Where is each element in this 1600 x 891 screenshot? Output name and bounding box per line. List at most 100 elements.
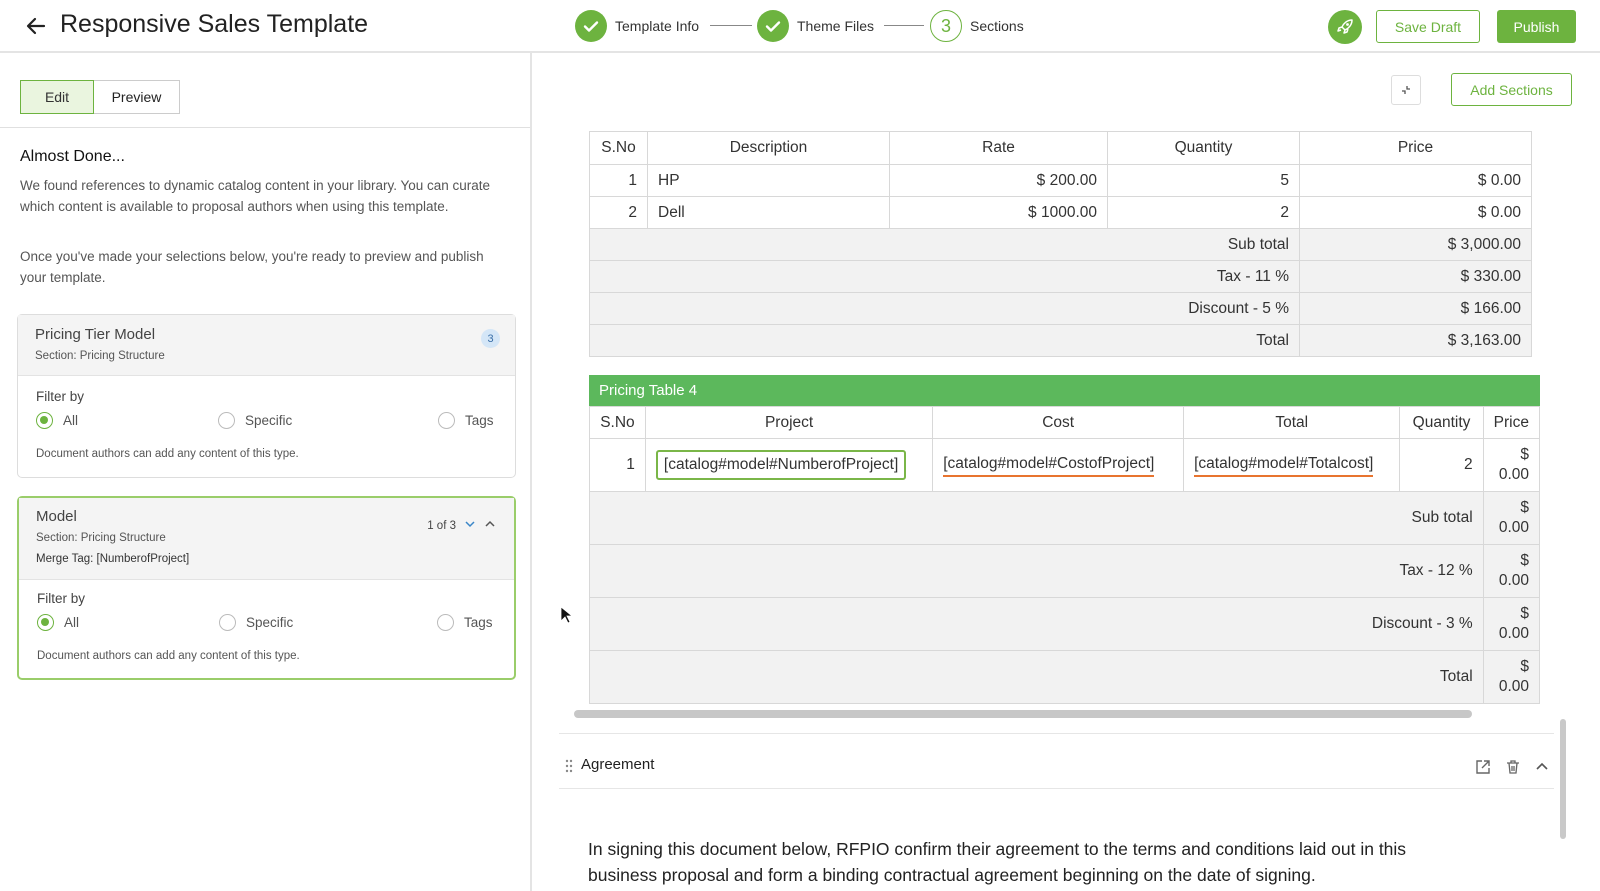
radio-tags[interactable]: Tags: [437, 614, 493, 631]
table-header-row: S.No Project Cost Total Quantity Price: [589, 406, 1541, 439]
step-theme-files[interactable]: Theme Files: [757, 10, 874, 42]
radio-selected-icon: [36, 412, 53, 429]
summary-value: $ 166.00: [1299, 292, 1532, 325]
column-header: Quantity: [1399, 406, 1484, 439]
save-draft-button[interactable]: Save Draft: [1376, 10, 1480, 43]
radio-selected-icon: [37, 614, 54, 631]
chevron-up-icon[interactable]: [1533, 758, 1551, 776]
summary-label: Sub total: [589, 228, 1300, 261]
table-row[interactable]: 1 [catalog#model#NumberofProject] [catal…: [589, 438, 1541, 492]
radio-specific[interactable]: Specific: [219, 614, 293, 631]
summary-value: $0.00: [1482, 491, 1541, 545]
card-header[interactable]: Pricing Tier Model Section: Pricing Stru…: [18, 315, 515, 376]
column-header: Cost: [932, 406, 1185, 439]
column-header: Price: [1482, 406, 1541, 439]
radio-label: All: [63, 413, 79, 428]
merge-tag[interactable]: [catalog#model#CostofProject]: [943, 453, 1155, 477]
agreement-line: business proposal and form a binding con…: [588, 865, 1316, 885]
merge-tag[interactable]: [catalog#model#Totalcost]: [1194, 453, 1374, 477]
trash-icon[interactable]: [1504, 758, 1522, 776]
tab-edit[interactable]: Edit: [20, 80, 94, 114]
radio-empty-icon: [437, 614, 454, 631]
radio-tags[interactable]: Tags: [438, 412, 494, 429]
summary-label: Discount - 5 %: [589, 292, 1300, 325]
currency-symbol: $: [1520, 446, 1529, 463]
card-title: Model: [36, 508, 77, 525]
summary-value: $ 330.00: [1299, 260, 1532, 293]
tab-preview[interactable]: Preview: [94, 80, 180, 114]
step-connector: [710, 25, 752, 26]
table-row[interactable]: 1 HP $ 200.00 5 $ 0.00: [589, 164, 1532, 197]
summary-row: Tax - 12 % $0.00: [589, 544, 1541, 598]
currency-symbol: $: [1520, 658, 1529, 675]
table-cell: 1: [589, 438, 646, 492]
pricing-table-4: S.No Project Cost Total Quantity Price 1…: [589, 406, 1541, 704]
summary-row: Discount - 5 % $ 166.00: [589, 292, 1532, 325]
column-header: Project: [644, 406, 934, 439]
radio-label: Tags: [464, 615, 493, 630]
price-value: 0.00: [1498, 519, 1529, 536]
price-value: 0.00: [1498, 466, 1529, 483]
pricing-table: S.No Description Rate Quantity Price 1 H…: [589, 131, 1532, 357]
column-header: Description: [647, 131, 890, 165]
step-sections[interactable]: 3 Sections: [930, 10, 1024, 42]
table-cell: 5: [1107, 164, 1300, 197]
rocket-icon[interactable]: [1328, 10, 1362, 44]
table-cell: Dell: [647, 196, 890, 229]
table-cell: $ 0.00: [1299, 196, 1532, 229]
back-arrow-icon[interactable]: [22, 12, 50, 40]
horizontal-scrollbar[interactable]: [574, 710, 1472, 718]
chevron-down-icon[interactable]: [464, 518, 476, 533]
add-sections-button[interactable]: Add Sections: [1451, 73, 1572, 106]
summary-label: Discount - 3 %: [589, 597, 1484, 651]
table-cell: $ 0.00: [1299, 164, 1532, 197]
radio-empty-icon: [218, 412, 235, 429]
radio-label: Tags: [465, 413, 494, 428]
summary-value: $0.00: [1482, 544, 1541, 598]
publish-button[interactable]: Publish: [1497, 10, 1576, 43]
card-header[interactable]: Model Section: Pricing Structure Merge T…: [19, 498, 514, 580]
filter-note: Document authors can add any content of …: [36, 448, 299, 460]
merge-tag-input[interactable]: [catalog#model#NumberofProject]: [655, 450, 907, 480]
table-header-row: S.No Description Rate Quantity Price: [589, 131, 1532, 165]
summary-value: $ 3,163.00: [1299, 324, 1532, 357]
divider: [559, 733, 1554, 734]
radio-all[interactable]: All: [37, 614, 79, 631]
summary-row: Tax - 11 % $ 330.00: [589, 260, 1532, 293]
agreement-text: In signing this document below, RFPIO co…: [588, 836, 1548, 888]
filter-label: Filter by: [36, 389, 85, 404]
chevron-up-icon[interactable]: [484, 518, 496, 533]
summary-value: $0.00: [1482, 650, 1541, 704]
radio-specific[interactable]: Specific: [218, 412, 292, 429]
table-row[interactable]: 2 Dell $ 1000.00 2 $ 0.00: [589, 196, 1532, 229]
top-bar: Responsive Sales Template Template Info …: [0, 0, 1600, 53]
radio-all[interactable]: All: [36, 412, 78, 429]
radio-label: All: [64, 615, 80, 630]
drag-handle-icon[interactable]: [564, 758, 574, 779]
summary-label: Sub total: [589, 491, 1484, 545]
summary-label: Tax - 12 %: [589, 544, 1484, 598]
open-external-icon[interactable]: [1474, 758, 1492, 776]
catalog-card-pricing-tier: Pricing Tier Model Section: Pricing Stru…: [17, 314, 516, 478]
step-template-info[interactable]: Template Info: [575, 10, 699, 42]
vertical-scrollbar[interactable]: [1560, 719, 1566, 839]
step-label: Template Info: [615, 18, 700, 34]
pricing-table-title: Pricing Table 4: [589, 375, 1540, 406]
currency-symbol: $: [1520, 605, 1529, 622]
document-editor: Add Sections S.No Description Rate Quant…: [534, 53, 1600, 891]
summary-row: Sub total $0.00: [589, 491, 1541, 545]
summary-row: Total $ 3,163.00: [589, 324, 1532, 357]
edit-preview-toggle: Edit Preview: [20, 80, 180, 114]
check-icon: [575, 10, 607, 42]
summary-label: Tax - 11 %: [589, 260, 1300, 293]
table-cell: [catalog#model#NumberofProject]: [644, 438, 934, 492]
table-cell: $ 1000.00: [889, 196, 1108, 229]
card-section: Section: Pricing Structure: [35, 350, 165, 362]
price-value: 0.00: [1498, 572, 1529, 589]
summary-row: Total $0.00: [589, 650, 1541, 704]
currency-symbol: $: [1520, 499, 1529, 516]
table-cell: HP: [647, 164, 890, 197]
radio-empty-icon: [219, 614, 236, 631]
column-header: Total: [1183, 406, 1401, 439]
collapse-icon[interactable]: [1391, 75, 1421, 105]
